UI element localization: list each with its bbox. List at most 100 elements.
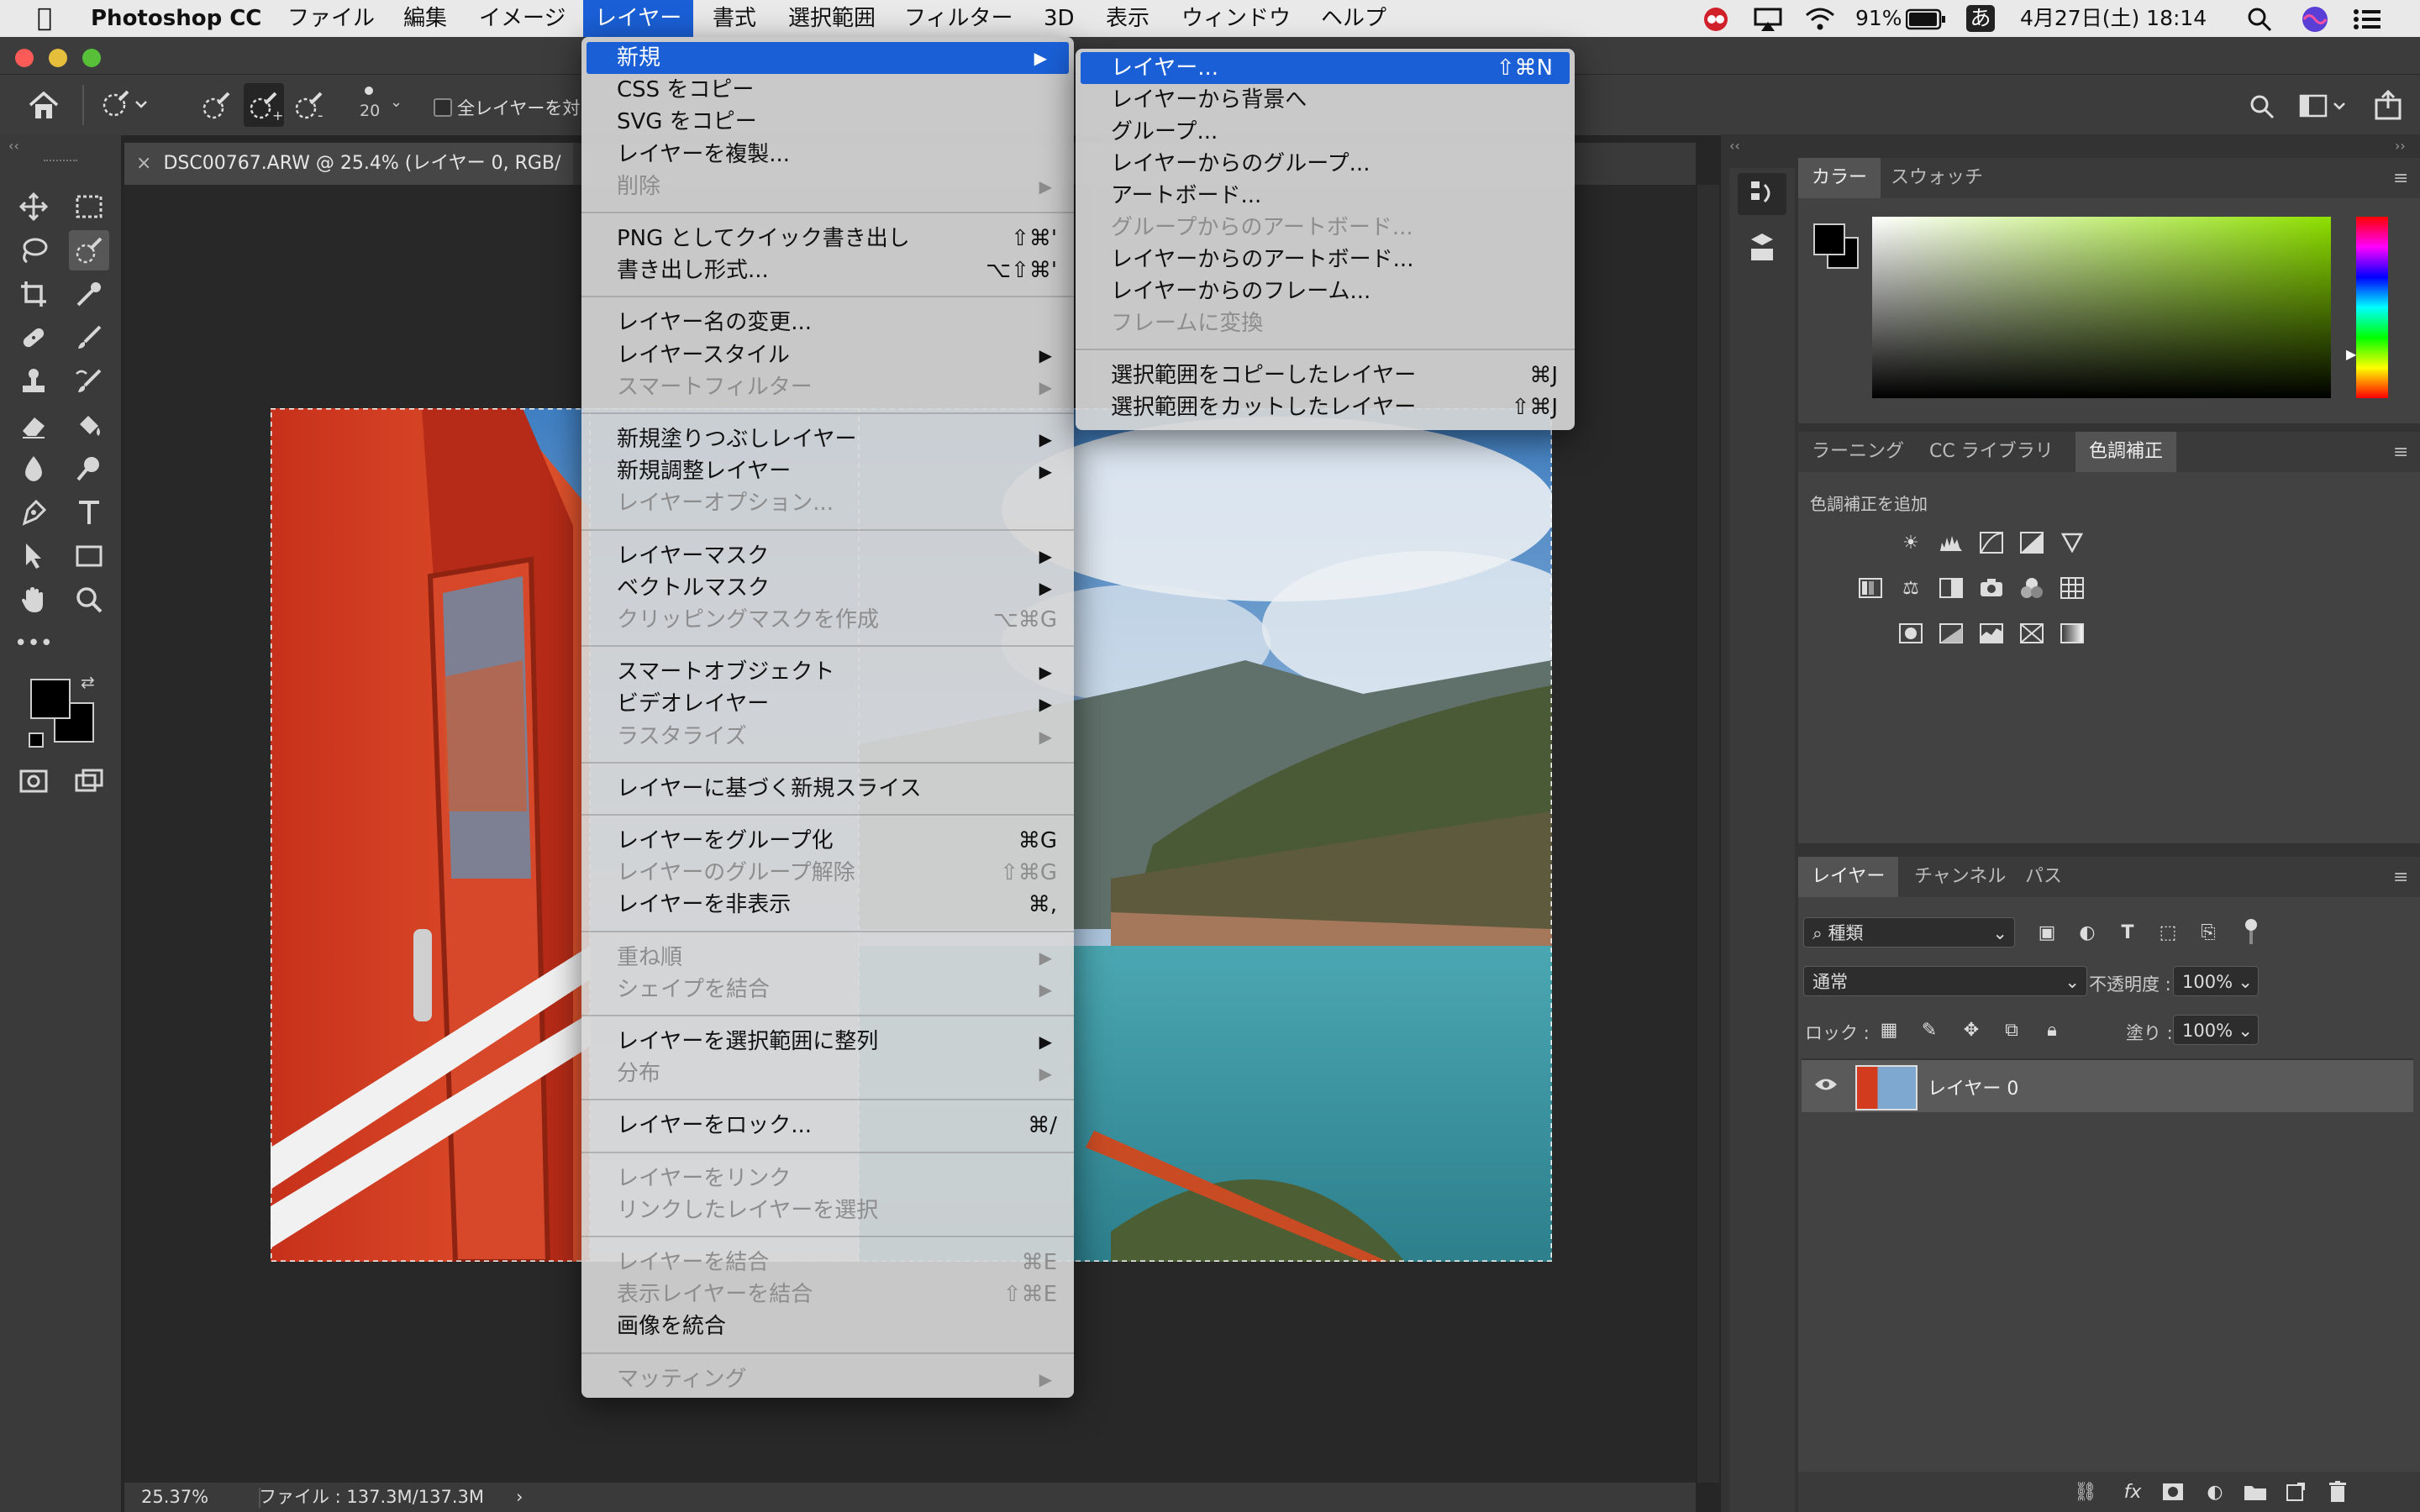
vertical-scrollbar[interactable] bbox=[1697, 185, 1719, 1483]
filter-type-icon[interactable]: T bbox=[2114, 919, 2141, 946]
new-group-folder-icon[interactable] bbox=[2242, 1478, 2269, 1505]
subtract-from-selection-icon[interactable]: - bbox=[291, 87, 328, 127]
invert-icon[interactable] bbox=[1897, 620, 1924, 647]
lock-artboard-icon[interactable]: ⧉ bbox=[1998, 1016, 2025, 1043]
fill-field[interactable]: 100% ⌄ bbox=[2173, 1015, 2259, 1045]
siri-icon[interactable] bbox=[2301, 0, 2329, 37]
marquee-tool-icon[interactable] bbox=[69, 186, 109, 227]
apple-icon[interactable]:  bbox=[25, 0, 64, 37]
gradient-map-icon[interactable] bbox=[2059, 620, 2086, 647]
path-selection-tool-icon[interactable] bbox=[13, 536, 54, 576]
tab-layers[interactable]: レイヤー bbox=[1798, 857, 1899, 897]
menu-item[interactable]: レイヤー... ⇧⌘N bbox=[1081, 52, 1570, 84]
menu-item[interactable]: 選択範囲をコピーしたレイヤー ⌘J bbox=[1076, 360, 1575, 391]
lasso-tool-icon[interactable] bbox=[13, 230, 54, 270]
color-lookup-icon[interactable] bbox=[2059, 575, 2086, 601]
tab-channels[interactable]: チャンネル bbox=[1901, 857, 2019, 897]
new-selection-icon[interactable] bbox=[198, 87, 235, 127]
menu-item[interactable]: レイヤーに基づく新規スライス bbox=[581, 773, 1074, 805]
menu-item[interactable]: 新規調整レイヤー ▶ bbox=[581, 455, 1074, 487]
add-to-selection-icon[interactable]: + bbox=[244, 83, 284, 127]
menu-app-name[interactable]: Photoshop CC bbox=[79, 0, 273, 37]
airplay-icon[interactable] bbox=[1753, 0, 1783, 37]
lock-image-pixels-icon[interactable]: ✎ bbox=[1916, 1016, 1943, 1043]
menu-help[interactable]: ヘルプ bbox=[1309, 0, 1398, 37]
menu-view[interactable]: 表示 bbox=[1094, 0, 1161, 37]
menu-item[interactable]: レイヤーをロック... ⌘/ bbox=[581, 1110, 1074, 1142]
filter-adjustment-icon[interactable]: ◐ bbox=[2074, 919, 2101, 946]
menu-item[interactable]: スマートオブジェクト ▶ bbox=[581, 656, 1074, 688]
menu-item[interactable]: レイヤーを複製... bbox=[581, 139, 1074, 171]
selective-color-icon[interactable] bbox=[2018, 620, 2045, 647]
menu-item[interactable]: アートボード... bbox=[1076, 180, 1575, 212]
filter-toggle-icon[interactable] bbox=[2244, 919, 2259, 944]
exposure-icon[interactable] bbox=[2018, 529, 2045, 556]
menu-item[interactable]: グループ... bbox=[1076, 116, 1575, 148]
quick-selection-preset-icon[interactable] bbox=[97, 88, 148, 125]
eraser-tool-icon[interactable] bbox=[13, 405, 54, 445]
menu-item[interactable]: レイヤーからのフレーム... bbox=[1076, 276, 1575, 307]
quick-mask-icon[interactable] bbox=[13, 761, 54, 801]
menu-select[interactable]: 選択範囲 bbox=[776, 0, 887, 37]
quick-selection-tool-icon[interactable] bbox=[69, 230, 109, 270]
menu-item[interactable]: ベクトルマスク ▶ bbox=[581, 572, 1074, 604]
filter-pixel-icon[interactable]: ▣ bbox=[2033, 919, 2060, 946]
spotlight-search-icon[interactable] bbox=[2247, 0, 2272, 37]
layer-row[interactable]: レイヤー 0 bbox=[1802, 1060, 2413, 1112]
menu-item[interactable]: レイヤー名の変更... bbox=[581, 307, 1074, 339]
tab-learn[interactable]: ラーニング bbox=[1798, 432, 1918, 472]
photo-filter-icon[interactable] bbox=[1978, 575, 2005, 601]
tab-color[interactable]: カラー bbox=[1798, 158, 1881, 198]
new-adjustment-layer-icon[interactable]: ◐ bbox=[2202, 1478, 2228, 1505]
add-mask-icon[interactable] bbox=[2160, 1478, 2186, 1505]
menu-item[interactable]: ビデオレイヤー ▶ bbox=[581, 688, 1074, 720]
history-brush-tool-icon[interactable] bbox=[69, 361, 109, 402]
tab-cc-libraries[interactable]: CC ライブラリ bbox=[1916, 432, 2067, 472]
menu-window[interactable]: ウィンドウ bbox=[1170, 0, 1302, 37]
menu-item[interactable]: レイヤーからのアートボード... bbox=[1076, 244, 1575, 276]
swap-colors-icon[interactable]: ⇄ bbox=[81, 672, 95, 692]
menu-image[interactable]: イメージ bbox=[467, 0, 577, 37]
hue-slider[interactable] bbox=[2356, 217, 2388, 398]
menubar-clock[interactable]: 4月27日(土) 18:14 bbox=[2020, 0, 2207, 37]
zoom-level[interactable]: 25.37% bbox=[141, 1483, 208, 1512]
notification-center-icon[interactable] bbox=[2353, 0, 2381, 37]
menu-layer[interactable]: レイヤー bbox=[583, 0, 694, 37]
visibility-eye-icon[interactable] bbox=[1813, 1075, 1839, 1097]
close-tab-icon[interactable]: × bbox=[136, 153, 151, 174]
blend-mode-select[interactable]: 通常 ⌄ bbox=[1803, 966, 2087, 996]
menu-item[interactable]: 新規 ▶ bbox=[587, 42, 1069, 74]
blur-tool-icon[interactable] bbox=[13, 449, 54, 489]
hue-slider-handle[interactable]: ▶ bbox=[2346, 346, 2356, 362]
menu-item[interactable]: PNG としてクイック書き出し ⇧⌘' bbox=[581, 223, 1074, 255]
home-icon[interactable] bbox=[27, 90, 60, 123]
grip[interactable] bbox=[44, 160, 77, 163]
sample-all-layers-checkbox[interactable] bbox=[434, 98, 452, 117]
layer-name[interactable]: レイヤー 0 bbox=[1928, 1074, 2018, 1100]
hue-saturation-icon[interactable] bbox=[1857, 575, 1884, 601]
menu-item[interactable]: SVG をコピー bbox=[581, 106, 1074, 138]
pen-tool-icon[interactable] bbox=[13, 492, 54, 533]
dodge-tool-icon[interactable] bbox=[69, 449, 109, 489]
foreground-color-swatch[interactable] bbox=[30, 679, 71, 719]
file-size-info[interactable]: ファイル : 137.3M/137.3M bbox=[259, 1483, 484, 1512]
menu-filter[interactable]: フィルター bbox=[892, 0, 1024, 37]
menu-item[interactable]: レイヤーを選択範囲に整列 ▶ bbox=[581, 1026, 1074, 1058]
eyedropper-tool-icon[interactable] bbox=[69, 274, 109, 314]
wifi-icon[interactable] bbox=[1805, 0, 1835, 37]
expand-dock-icon[interactable]: ›› bbox=[2395, 138, 2406, 154]
menu-item[interactable]: レイヤースタイル ▶ bbox=[581, 339, 1074, 371]
default-colors-icon[interactable] bbox=[29, 732, 44, 748]
document-tab[interactable]: × DSC00767.ARW @ 25.4% (レイヤー 0, RGB/ bbox=[124, 143, 573, 185]
collapse-dock-icon[interactable]: ‹‹ bbox=[1729, 138, 1740, 154]
menu-item[interactable]: CSS をコピー bbox=[581, 74, 1074, 106]
layer-filter-select[interactable]: ⌕ 種類 ⌄ bbox=[1803, 917, 2015, 948]
menu-item[interactable]: 書き出し形式... ⌥⇧⌘' bbox=[581, 255, 1074, 286]
menu-edit[interactable]: 編集 bbox=[392, 0, 459, 37]
menu-item[interactable]: 選択範囲をカットしたレイヤー ⇧⌘J bbox=[1076, 391, 1575, 423]
share-icon[interactable] bbox=[2373, 89, 2403, 123]
opacity-field[interactable]: 100% ⌄ bbox=[2173, 966, 2259, 996]
black-white-icon[interactable] bbox=[1938, 575, 1965, 601]
input-method-indicator[interactable]: あ bbox=[1966, 5, 1995, 32]
brush-tool-icon[interactable] bbox=[69, 318, 109, 358]
